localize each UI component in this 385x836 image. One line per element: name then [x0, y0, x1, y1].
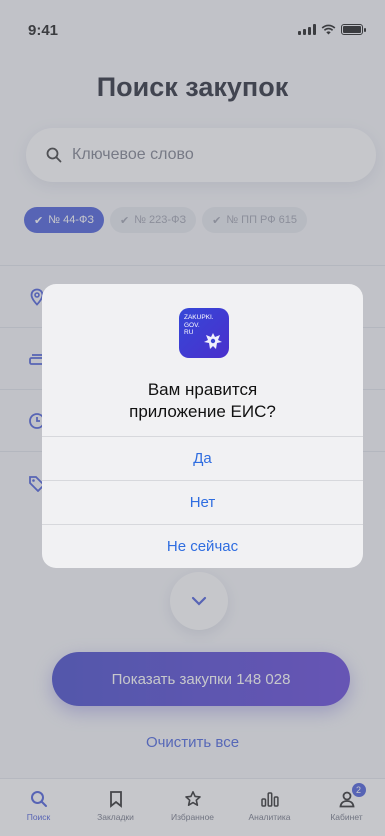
alert-later-button[interactable]: Не сейчас [42, 524, 363, 568]
alert-title-line1: Вам нравится [147, 380, 258, 399]
eagle-emblem-icon [204, 333, 222, 349]
app-logo: ZAKUPKI. GOV. RU [179, 308, 229, 358]
alert-title-line2: приложение ЕИС? [129, 402, 276, 421]
rating-alert: ZAKUPKI. GOV. RU Вам нравится приложение… [42, 284, 363, 568]
alert-title: Вам нравится приложение ЕИС? [42, 379, 363, 423]
app-screen: 9:41 Поиск закупок ✔ № 44-ФЗ ✔ № 2 [0, 0, 385, 836]
alert-yes-button[interactable]: Да [42, 436, 363, 480]
alert-no-button[interactable]: Нет [42, 480, 363, 524]
